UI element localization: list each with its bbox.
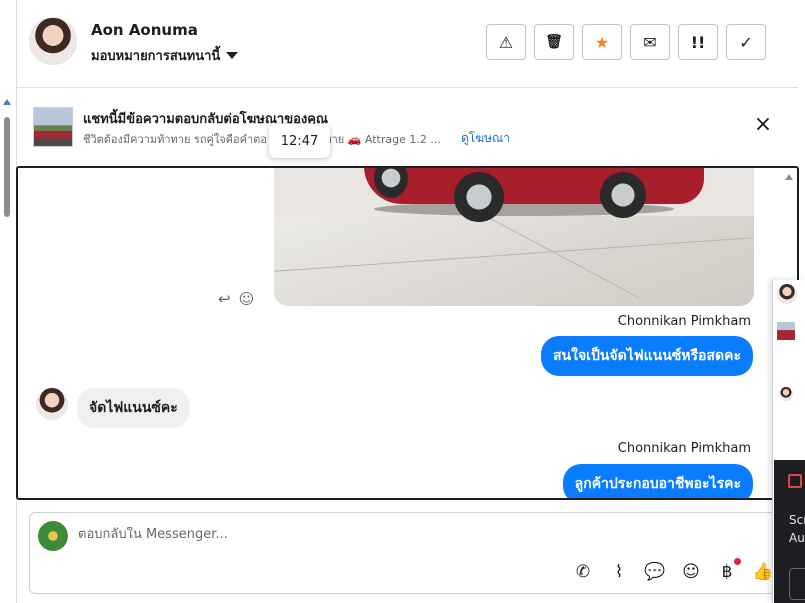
scroll-up-arrow-icon[interactable] bbox=[3, 99, 11, 105]
star-icon: ★ bbox=[594, 32, 610, 52]
ad-thumbnail[interactable] bbox=[777, 322, 795, 340]
message-thread[interactable]: ↩ ☺ Chonnikan Pimkham สนใจเป็นจัดไฟแนนซ์… bbox=[16, 166, 799, 500]
emoji-icon[interactable]: ☺ bbox=[680, 561, 702, 583]
header-actions: ⚠ 🗑 ★ ✉ !! ✓ bbox=[486, 24, 766, 60]
outgoing-message[interactable]: สนใจเป็นจัดไฟแนนซ์หรือสดคะ bbox=[541, 336, 753, 376]
reply-composer: ✆ ⌇ 💬 ☺ ฿ 👍 bbox=[29, 512, 781, 594]
attachment-icon[interactable]: ⌇ bbox=[608, 561, 630, 583]
close-icon[interactable]: × bbox=[751, 114, 775, 138]
reply-input[interactable] bbox=[78, 527, 678, 542]
car-wheel bbox=[454, 172, 504, 222]
ad-thumbnail[interactable] bbox=[33, 107, 73, 147]
page-avatar bbox=[38, 521, 68, 551]
assign-label: มอบหมายการสนทนานี้ bbox=[91, 49, 221, 64]
saved-reply-icon[interactable]: 💬 bbox=[644, 561, 666, 583]
notification-dot bbox=[734, 558, 741, 565]
exclamation-icon: !! bbox=[690, 32, 706, 52]
payment-icon[interactable]: ฿ bbox=[716, 558, 741, 583]
trash-icon: 🗑 bbox=[545, 34, 563, 50]
sender-name: Chonnikan Pimkham bbox=[617, 314, 751, 329]
outgoing-message[interactable]: ลูกค้าประกอบอาชีพอะไรคะ bbox=[562, 464, 753, 498]
conversation-header: Aon Aonuma มอบหมายการสนทนานี้ ⚠ 🗑 ★ ✉ !!… bbox=[17, 0, 798, 88]
page-scrollbar[interactable] bbox=[0, 95, 14, 603]
contact-name[interactable]: Aon Aonuma bbox=[91, 21, 198, 39]
assign-conversation-dropdown[interactable]: มอบหมายการสนทนานี้ bbox=[91, 45, 239, 66]
car-wheel bbox=[600, 172, 646, 218]
view-ad-link[interactable]: ดูโฆษณา bbox=[461, 129, 510, 148]
mark-unread-button[interactable]: ✉ bbox=[630, 24, 670, 60]
popup-line-1: Scr bbox=[789, 513, 805, 527]
car-body bbox=[364, 168, 704, 204]
contact-avatar[interactable] bbox=[777, 284, 797, 304]
call-add-icon[interactable]: ✆ bbox=[572, 561, 594, 583]
composer-tools: ✆ ⌇ 💬 ☺ ฿ 👍 bbox=[572, 558, 774, 583]
message-tools: ↩ ☺ bbox=[218, 290, 254, 308]
star-button[interactable]: ★ bbox=[582, 24, 622, 60]
contact-avatar[interactable] bbox=[29, 17, 77, 65]
popup-button[interactable] bbox=[789, 568, 805, 600]
incoming-message[interactable]: จัดไฟแนนซ์คะ bbox=[77, 388, 190, 428]
spam-button[interactable]: ⚠ bbox=[486, 24, 526, 60]
emoji-react-icon[interactable]: ☺ bbox=[239, 290, 255, 308]
mark-done-button[interactable]: ✓ bbox=[726, 24, 766, 60]
thumbs-up-icon[interactable]: 👍 bbox=[752, 561, 774, 583]
banner-subtitle-text: ชีวิตต้องมีความท้าทาย รถคู่ใจคือคำตอ bbox=[83, 133, 267, 146]
photo-floor bbox=[274, 216, 754, 306]
caret-down-icon bbox=[226, 52, 239, 59]
messenger-inbox: Aon Aonuma มอบหมายการสนทนานี้ ⚠ 🗑 ★ ✉ !!… bbox=[0, 0, 805, 603]
reply-icon[interactable]: ↩ bbox=[218, 290, 231, 308]
app-icon bbox=[788, 474, 802, 488]
sender-name: Chonnikan Pimkham bbox=[617, 441, 751, 456]
warning-icon: ⚠ bbox=[498, 32, 514, 52]
car-photo-attachment[interactable] bbox=[274, 168, 754, 306]
delete-button[interactable]: 🗑 bbox=[534, 24, 574, 60]
notification-popup[interactable]: Scr Au bbox=[774, 460, 805, 603]
contact-avatar[interactable] bbox=[36, 388, 68, 420]
envelope-open-icon: ✉ bbox=[643, 32, 657, 52]
banner-subtitle: ชีวิตต้องมีความท้าทาย รถคู่ใจคือคำตอ ท้าท… bbox=[83, 130, 441, 148]
contact-avatar[interactable] bbox=[779, 387, 793, 401]
follow-up-button[interactable]: !! bbox=[678, 24, 718, 60]
check-icon: ✓ bbox=[739, 32, 753, 52]
ad-reply-banner: แชทนี้มีข้อความตอบกลับต่อโฆษณาของคุณ ชีว… bbox=[17, 96, 798, 162]
scroll-thumb[interactable] bbox=[4, 117, 10, 217]
timestamp-tooltip: 12:47 bbox=[269, 124, 330, 158]
banner-subtitle-tail: ท้าทาย 🚗 Attrage 1.2 ... bbox=[310, 133, 441, 146]
popup-line-2: Au bbox=[789, 531, 805, 545]
scroll-up-arrow-icon[interactable] bbox=[785, 174, 793, 180]
